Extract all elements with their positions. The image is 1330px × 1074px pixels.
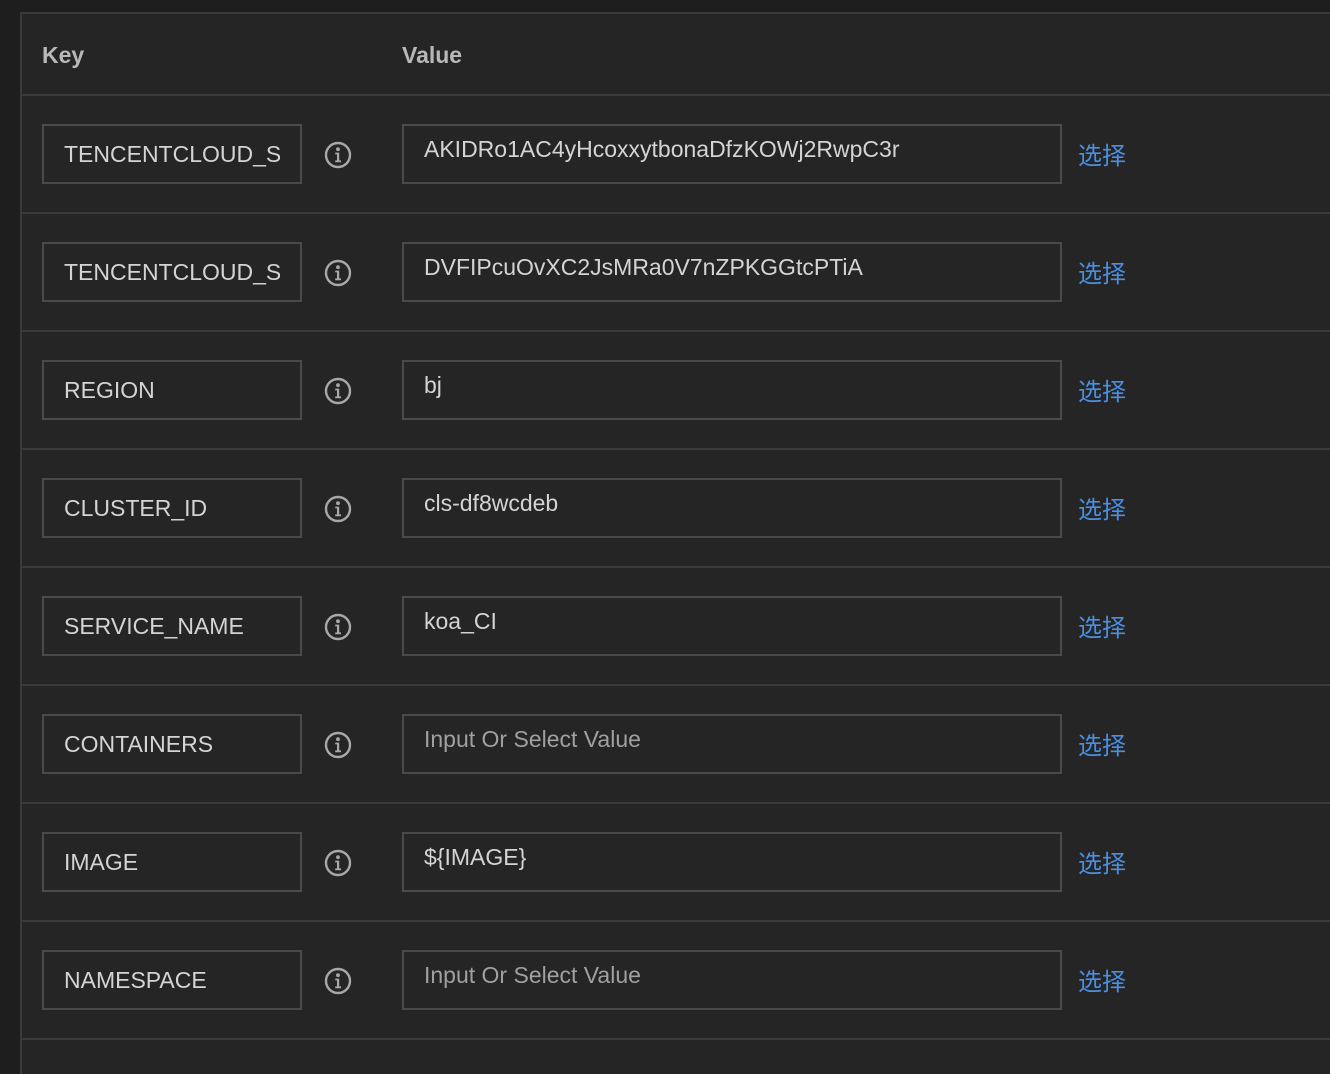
table-row: CLUSTER_ID cls-df8wcdeb 选择	[22, 450, 1330, 568]
value-input-text: koa_CI	[424, 608, 497, 634]
value-input[interactable]: Input Or Select Value	[402, 714, 1062, 774]
value-input[interactable]: ${IMAGE}	[402, 832, 1062, 892]
select-button[interactable]: 选择	[1078, 372, 1126, 407]
key-field-text: IMAGE	[64, 848, 139, 875]
key-field[interactable]: IMAGE	[42, 832, 302, 892]
value-input[interactable]: AKIDRo1AC4yHcoxxytbonaDfzKOWj2RwpC3r	[402, 124, 1062, 184]
info-circle-icon[interactable]	[323, 494, 353, 524]
info-circle-icon[interactable]	[323, 140, 353, 170]
key-field[interactable]: NAMESPACE	[42, 950, 302, 1010]
key-field[interactable]: REGION	[42, 360, 302, 420]
value-input-placeholder: Input Or Select Value	[424, 962, 641, 988]
key-field[interactable]: CONTAINERS	[42, 714, 302, 774]
value-input-text: bj	[424, 372, 442, 398]
select-button[interactable]: 选择	[1078, 136, 1126, 171]
select-button[interactable]: 选择	[1078, 490, 1126, 525]
info-circle-icon[interactable]	[323, 966, 353, 996]
table-row: CONTAINERS Input Or Select Value 选择	[22, 686, 1330, 804]
table-row: REGION bj 选择	[22, 332, 1330, 450]
select-button[interactable]: 选择	[1078, 844, 1126, 879]
key-field-text: NAMESPACE	[64, 966, 207, 993]
table-row: SERVICE_NAME koa_CI 选择	[22, 568, 1330, 686]
table-row: IMAGE ${IMAGE} 选择	[22, 804, 1330, 922]
select-button[interactable]: 选择	[1078, 254, 1126, 289]
value-input-text: AKIDRo1AC4yHcoxxytbonaDfzKOWj2RwpC3r	[424, 136, 900, 162]
value-input-text: ${IMAGE}	[424, 844, 527, 870]
value-input[interactable]: cls-df8wcdeb	[402, 478, 1062, 538]
table-row: TENCENTCLOUD_SECRET_KEY DVFIPcuOvXC2JsMR…	[22, 214, 1330, 332]
key-field-text: CONTAINERS	[64, 730, 214, 757]
key-column-header: Key	[42, 42, 85, 68]
key-field[interactable]: TENCENTCLOUD_SECRET_ID	[42, 124, 302, 184]
value-input[interactable]: Input Or Select Value	[402, 950, 1062, 1010]
info-circle-icon[interactable]	[323, 730, 353, 760]
info-circle-icon[interactable]	[323, 612, 353, 642]
value-input[interactable]: DVFIPcuOvXC2JsMRa0V7nZPKGGtcPTiA	[402, 242, 1062, 302]
env-vars-table: Key Value TENCENTCLOUD_SECRET_ID AKIDRo1…	[20, 12, 1330, 1074]
table-row: TENCENTCLOUD_SECRET_ID AKIDRo1AC4yHcoxxy…	[22, 96, 1330, 214]
value-input-text: DVFIPcuOvXC2JsMRa0V7nZPKGGtcPTiA	[424, 254, 863, 280]
info-circle-icon[interactable]	[323, 848, 353, 878]
key-field[interactable]: CLUSTER_ID	[42, 478, 302, 538]
key-field-text: REGION	[64, 376, 155, 403]
key-field[interactable]: SERVICE_NAME	[42, 596, 302, 656]
select-button[interactable]: 选择	[1078, 962, 1126, 997]
value-input-text: cls-df8wcdeb	[424, 490, 559, 516]
value-column-header: Value	[402, 42, 463, 68]
key-field-text: CLUSTER_ID	[64, 494, 208, 521]
info-circle-icon[interactable]	[323, 258, 353, 288]
select-button[interactable]: 选择	[1078, 726, 1126, 761]
table-header: Key Value	[22, 14, 1330, 96]
key-field-text: TENCENTCLOUD_SECRET_KEY	[64, 258, 280, 285]
value-input[interactable]: koa_CI	[402, 596, 1062, 656]
info-circle-icon[interactable]	[323, 376, 353, 406]
select-button[interactable]: 选择	[1078, 608, 1126, 643]
table-row: NAMESPACE Input Or Select Value 选择	[22, 922, 1330, 1040]
value-input-placeholder: Input Or Select Value	[424, 726, 641, 752]
key-field-text: TENCENTCLOUD_SECRET_ID	[64, 140, 280, 167]
table-body: TENCENTCLOUD_SECRET_ID AKIDRo1AC4yHcoxxy…	[22, 96, 1330, 1040]
value-input[interactable]: bj	[402, 360, 1062, 420]
key-field-text: SERVICE_NAME	[64, 612, 244, 639]
key-field[interactable]: TENCENTCLOUD_SECRET_KEY	[42, 242, 302, 302]
